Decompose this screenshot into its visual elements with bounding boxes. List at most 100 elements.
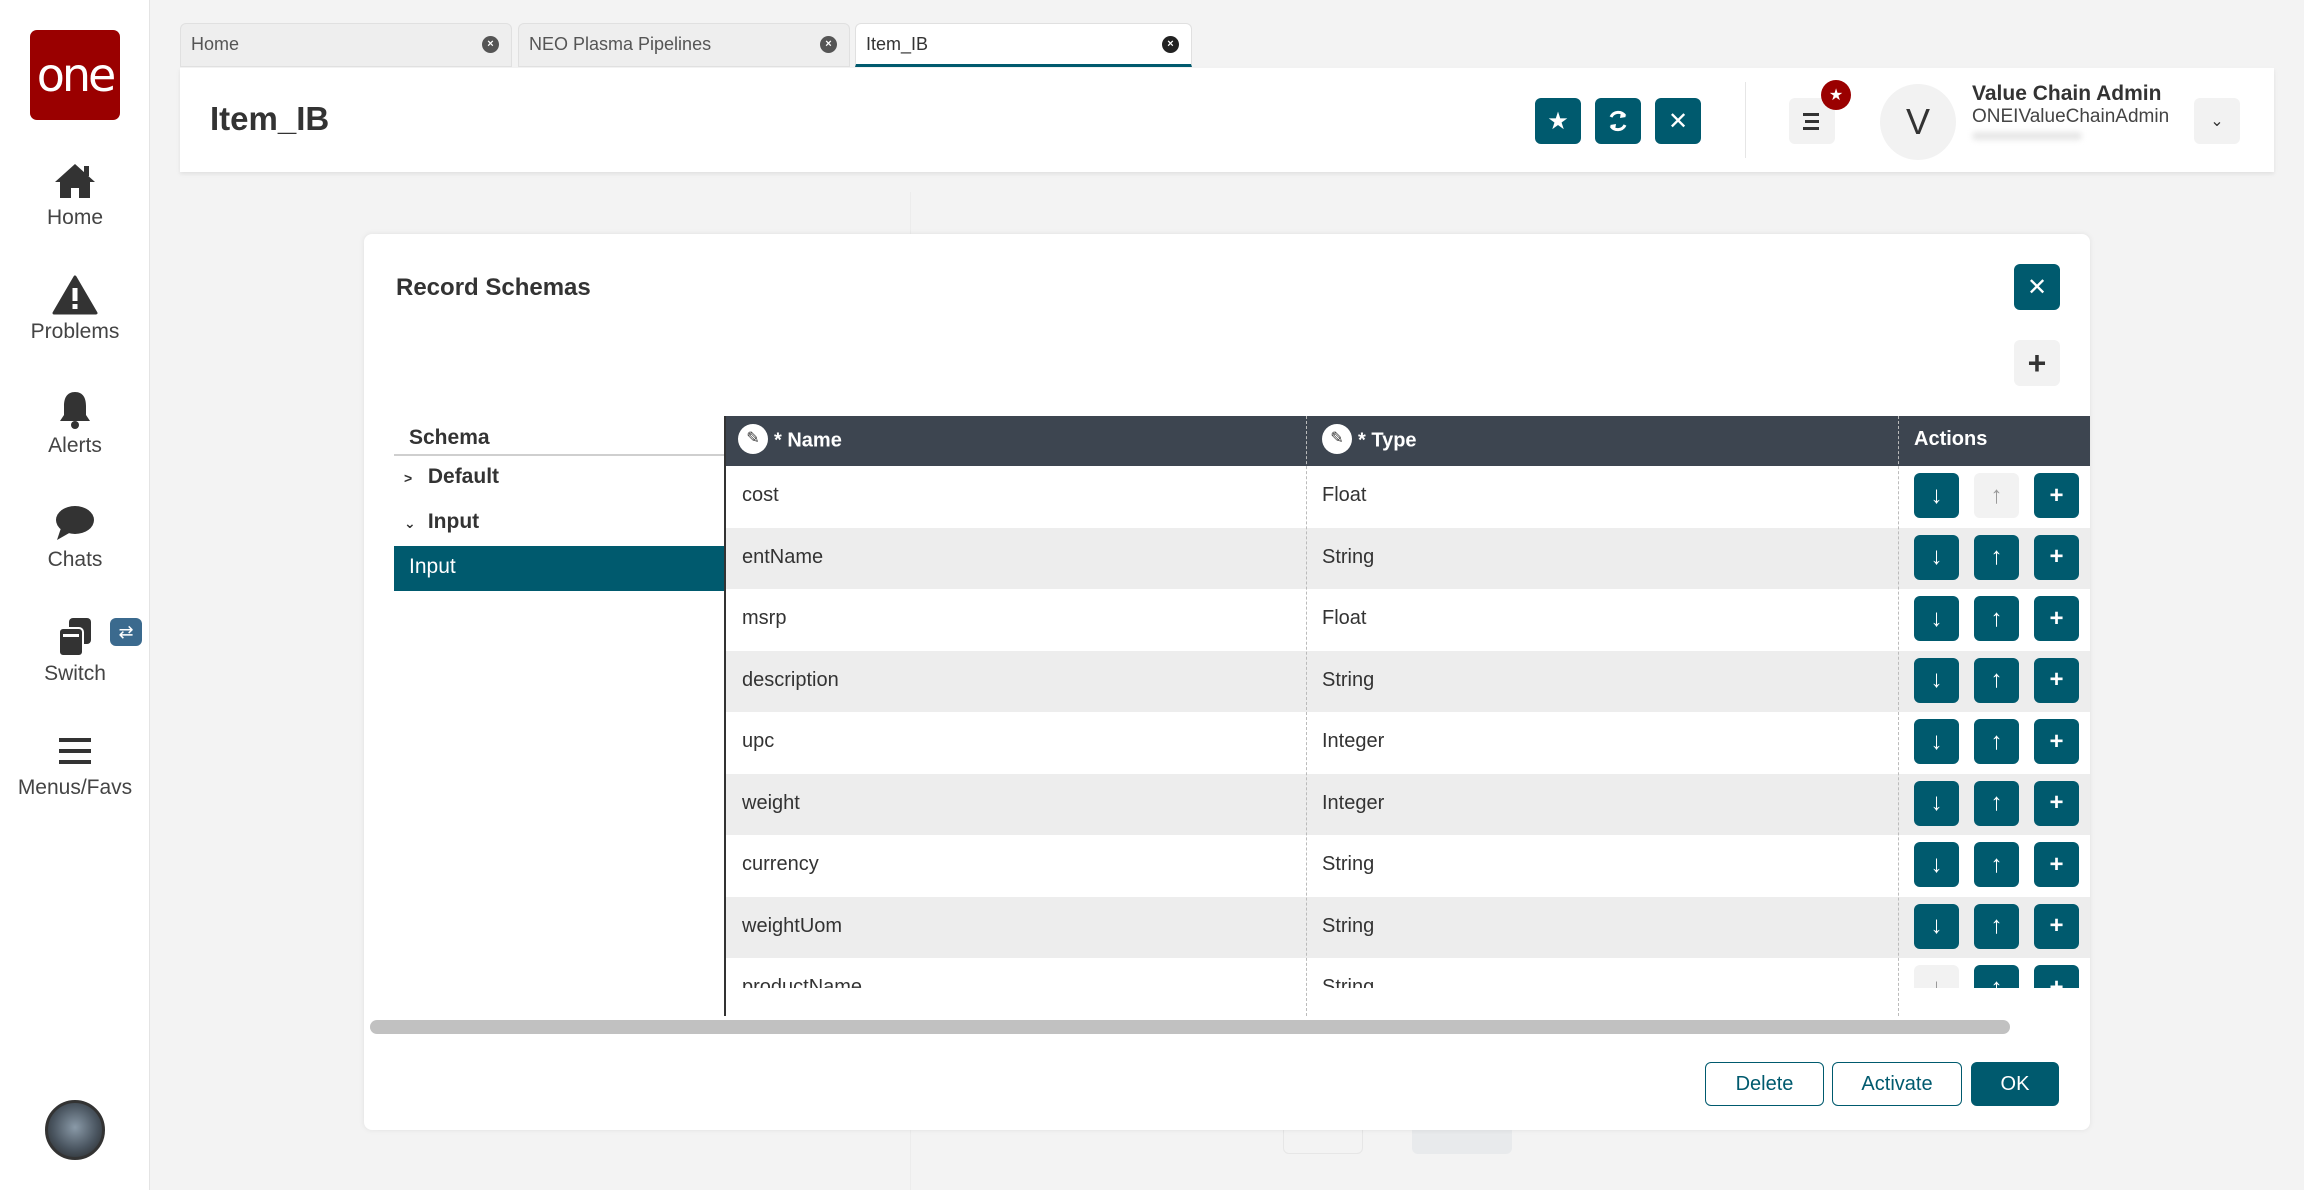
field-type-cell[interactable]: Float bbox=[1322, 484, 1366, 507]
move-up-button[interactable]: ↑ bbox=[1974, 842, 2019, 887]
table-row[interactable]: msrp Float ↓ ↑ + bbox=[726, 589, 2090, 651]
column-header-type[interactable]: ✎ * Type bbox=[1322, 416, 1417, 466]
move-down-button[interactable]: ↓ bbox=[1914, 596, 1959, 641]
field-type-cell[interactable]: Integer bbox=[1322, 792, 1384, 815]
column-divider[interactable] bbox=[1306, 416, 1307, 1016]
column-header-name[interactable]: ✎ * Name bbox=[738, 416, 842, 466]
table-row[interactable]: entName String ↓ ↑ + bbox=[726, 527, 2090, 589]
tree-node-default[interactable]: > Default bbox=[394, 456, 724, 501]
tab-item-ib[interactable]: Item_IB × bbox=[855, 23, 1192, 67]
field-name-cell[interactable]: productName bbox=[742, 976, 862, 988]
arrow-down-icon: ↓ bbox=[1930, 850, 1943, 878]
move-down-button[interactable]: ↓ bbox=[1914, 719, 1959, 764]
table-row[interactable]: weight Integer ↓ ↑ + bbox=[726, 773, 2090, 835]
move-up-button[interactable]: ↑ bbox=[1974, 657, 2019, 703]
chevron-down-icon: ⌄ bbox=[2210, 113, 2224, 130]
modal-close-button[interactable]: ✕ bbox=[2014, 264, 2060, 310]
table-row[interactable]: cost Float ↓ ↑ + bbox=[726, 466, 2090, 528]
swap-icon[interactable]: ⇄ bbox=[110, 618, 142, 646]
favorites-badge-star-icon[interactable]: ★ bbox=[1821, 80, 1851, 110]
field-name-cell[interactable]: entName bbox=[742, 546, 823, 569]
user-name: Value Chain Admin bbox=[1972, 82, 2162, 105]
move-down-button[interactable]: ↓ bbox=[1914, 534, 1959, 580]
add-field-button[interactable]: + bbox=[2034, 842, 2079, 887]
tab-home[interactable]: Home × bbox=[180, 23, 512, 67]
add-field-button[interactable]: + bbox=[2034, 965, 2079, 988]
table-row[interactable]: productName String ↓ ↑ + bbox=[726, 958, 2090, 988]
sidebar-item-problems[interactable]: Problems bbox=[0, 274, 150, 344]
field-type-cell[interactable]: Integer bbox=[1322, 730, 1384, 753]
move-down-button[interactable]: ↓ bbox=[1914, 780, 1959, 826]
tree-node-input[interactable]: ⌄ Input bbox=[394, 501, 724, 546]
activate-button[interactable]: Activate bbox=[1832, 1062, 1962, 1106]
ok-button[interactable]: OK bbox=[1971, 1062, 2059, 1106]
move-up-button[interactable]: ↑ bbox=[1974, 903, 2019, 949]
add-field-button[interactable]: + bbox=[2034, 534, 2079, 580]
add-field-button[interactable]: + bbox=[2034, 596, 2079, 641]
move-up-button[interactable]: ↑ bbox=[1974, 596, 2019, 641]
field-type-cell[interactable]: String bbox=[1322, 915, 1374, 938]
user-menu-dropdown[interactable]: ⌄ bbox=[2194, 98, 2240, 144]
field-name-cell[interactable]: cost bbox=[742, 484, 779, 507]
sidebar-item-chats[interactable]: Chats bbox=[0, 502, 150, 572]
horizontal-scrollbar[interactable] bbox=[370, 1020, 2010, 1034]
refresh-button[interactable] bbox=[1595, 98, 1641, 144]
sidebar-item-home[interactable]: Home bbox=[0, 160, 150, 230]
chevron-down-icon[interactable]: ⌄ bbox=[404, 515, 422, 532]
field-type-cell[interactable]: Float bbox=[1322, 607, 1366, 630]
table-row[interactable]: weightUom String ↓ ↑ + bbox=[726, 896, 2090, 958]
tab-label: Item_IB bbox=[866, 34, 929, 54]
add-field-button[interactable]: + bbox=[2034, 903, 2079, 949]
move-down-button[interactable]: ↓ bbox=[1914, 903, 1959, 949]
chevron-right-icon[interactable]: > bbox=[404, 470, 422, 486]
add-field-button[interactable]: + bbox=[2034, 657, 2079, 703]
menu-icon bbox=[1803, 113, 1819, 130]
field-name-cell[interactable]: msrp bbox=[742, 607, 786, 630]
move-up-button[interactable]: ↑ bbox=[1974, 719, 2019, 764]
move-down-button[interactable]: ↓ bbox=[1914, 965, 1959, 988]
tab-label: NEO Plasma Pipelines bbox=[529, 34, 712, 54]
add-field-button[interactable]: + bbox=[2034, 719, 2079, 764]
field-type-cell[interactable]: String bbox=[1322, 853, 1374, 876]
table-row[interactable]: currency String ↓ ↑ + bbox=[726, 835, 2090, 897]
tree-leaf-input[interactable]: Input bbox=[394, 546, 724, 591]
field-type-cell[interactable]: String bbox=[1322, 976, 1374, 988]
field-type-cell[interactable]: String bbox=[1322, 546, 1374, 569]
move-up-button[interactable]: ↑ bbox=[1974, 965, 2019, 988]
close-icon[interactable]: × bbox=[482, 36, 499, 53]
add-field-button[interactable]: + bbox=[2034, 473, 2079, 518]
move-up-button[interactable]: ↑ bbox=[1974, 534, 2019, 580]
close-icon[interactable]: × bbox=[820, 36, 837, 53]
field-name-cell[interactable]: description bbox=[742, 669, 839, 692]
field-type-cell[interactable]: String bbox=[1322, 669, 1374, 692]
move-down-button[interactable]: ↓ bbox=[1914, 473, 1959, 518]
move-down-button[interactable]: ↓ bbox=[1914, 657, 1959, 703]
tab-label: Home bbox=[191, 34, 240, 54]
tab-neo-plasma-pipelines[interactable]: NEO Plasma Pipelines × bbox=[518, 23, 850, 67]
move-down-button[interactable]: ↓ bbox=[1914, 842, 1959, 887]
move-up-button[interactable]: ↑ bbox=[1974, 473, 2019, 518]
pencil-icon: ✎ bbox=[1322, 424, 1352, 454]
sidebar-item-alerts[interactable]: Alerts bbox=[0, 388, 150, 458]
sidebar-item-menus-favs[interactable]: Menus/Favs bbox=[0, 730, 150, 800]
field-name-cell[interactable]: upc bbox=[742, 730, 774, 753]
avatar[interactable]: V bbox=[1880, 84, 1956, 160]
add-field-button[interactable]: + bbox=[2034, 780, 2079, 826]
one-logo[interactable]: one bbox=[30, 30, 120, 120]
ai-assistant-avatar[interactable] bbox=[45, 1100, 105, 1160]
field-name-cell[interactable]: currency bbox=[742, 853, 819, 876]
delete-button[interactable]: Delete bbox=[1705, 1062, 1824, 1106]
table-row[interactable]: description String ↓ ↑ + bbox=[726, 650, 2090, 712]
favorite-button[interactable]: ★ bbox=[1535, 98, 1581, 144]
arrow-up-icon: ↑ bbox=[1990, 543, 2003, 570]
add-schema-button[interactable]: + bbox=[2014, 340, 2060, 386]
column-divider[interactable] bbox=[1898, 416, 1899, 1016]
close-icon[interactable]: × bbox=[1162, 36, 1179, 53]
close-page-button[interactable]: ✕ bbox=[1655, 98, 1701, 144]
table-row[interactable]: upc Integer ↓ ↑ + bbox=[726, 712, 2090, 774]
field-name-cell[interactable]: weightUom bbox=[742, 915, 842, 938]
move-up-button[interactable]: ↑ bbox=[1974, 780, 2019, 826]
field-name-cell[interactable]: weight bbox=[742, 792, 800, 815]
pencil-icon: ✎ bbox=[738, 424, 768, 454]
bell-icon bbox=[60, 392, 90, 429]
